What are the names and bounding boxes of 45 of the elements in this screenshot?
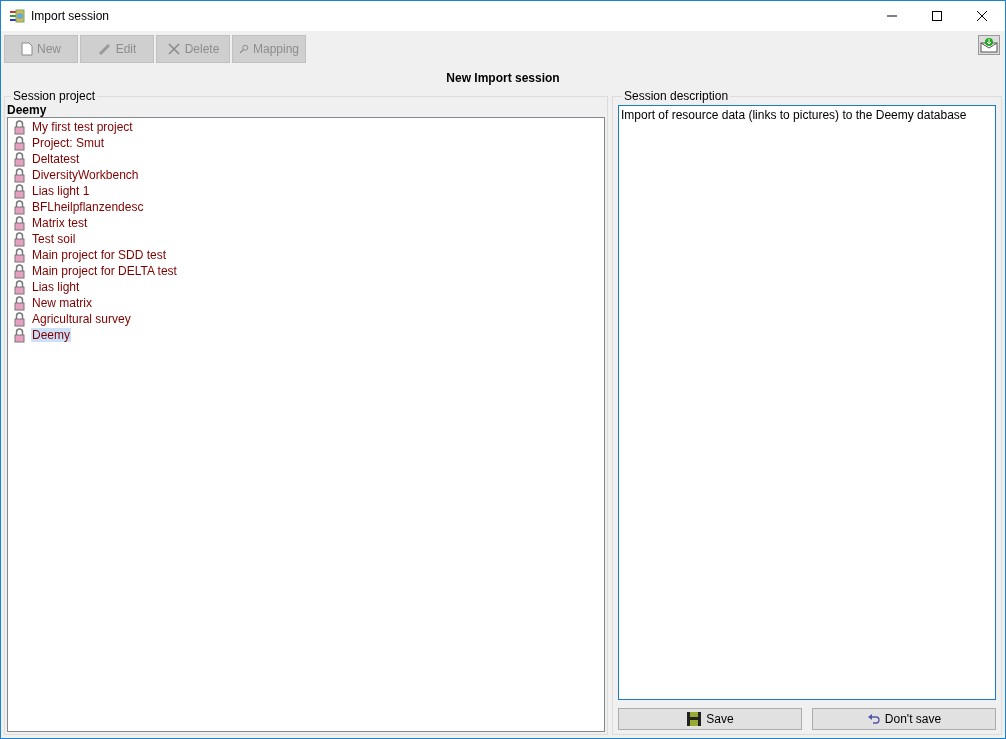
project-item[interactable]: My first test project: [31, 120, 134, 134]
section-heading: New Import session: [445, 71, 561, 85]
undo-arrow-icon: [866, 714, 881, 724]
project-item[interactable]: Lias light: [31, 280, 81, 294]
project-item[interactable]: Matrix test: [31, 216, 89, 230]
envelope-download-icon: [980, 37, 998, 53]
padlock-icon: [14, 279, 25, 295]
project-item[interactable]: Agricultural survey: [31, 312, 132, 326]
padlock-icon: [14, 183, 25, 199]
group-label: Session description: [623, 89, 730, 103]
group-label: Session project: [12, 89, 97, 103]
cross-icon: [166, 42, 181, 56]
padlock-icon: [14, 263, 25, 279]
padlock-icon: [14, 327, 25, 343]
project-item[interactable]: Deemy: [31, 328, 71, 342]
save-button[interactable]: Save: [618, 708, 802, 730]
padlock-icon: [14, 151, 25, 167]
project-item[interactable]: Deltatest: [31, 152, 81, 166]
padlock-icon: [14, 231, 25, 247]
padlock-icon: [14, 215, 25, 231]
close-icon[interactable]: [977, 11, 987, 21]
padlock-icon: [14, 135, 25, 151]
project-item[interactable]: Main project for SDD test: [31, 248, 168, 262]
dont-save-button[interactable]: Don't save: [812, 708, 996, 730]
padlock-icon: [14, 247, 25, 263]
maximize-icon[interactable]: [932, 11, 942, 21]
padlock-icon: [14, 295, 25, 311]
padlock-icon: [14, 167, 25, 183]
project-item[interactable]: Lias light 1: [31, 184, 91, 198]
padlock-icon: [14, 199, 25, 215]
padlock-icon: [14, 119, 25, 135]
mail-download-button[interactable]: [978, 35, 1000, 55]
app-icon: [9, 8, 25, 24]
document-icon: [21, 42, 33, 56]
project-item[interactable]: BFLheilpflanzendesc: [31, 200, 145, 214]
project-item[interactable]: New matrix: [31, 296, 93, 310]
current-project-label: Deemy: [7, 103, 48, 117]
project-item[interactable]: Project: Smut: [31, 136, 106, 150]
project-item[interactable]: DiversityWorkbench: [31, 168, 140, 182]
project-item[interactable]: Main project for DELTA test: [31, 264, 178, 278]
project-item[interactable]: Test soil: [31, 232, 77, 246]
window-title: Import session: [31, 9, 110, 23]
pencil-icon: [97, 42, 112, 56]
padlock-icon: [14, 311, 25, 327]
description-field[interactable]: Import of resource data (links to pictures) to the Deemy database: [618, 105, 996, 700]
